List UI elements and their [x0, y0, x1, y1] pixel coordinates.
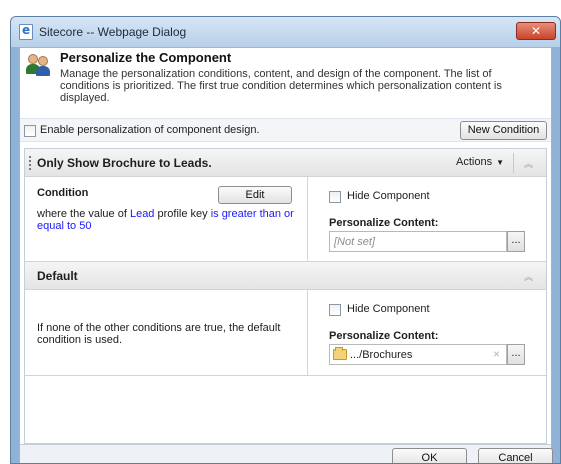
content-placeholder: [Not set] — [334, 236, 375, 248]
ok-button[interactable]: OK — [392, 448, 467, 463]
value-link[interactable]: 50 — [79, 220, 91, 232]
hide-component-label: Hide Component — [347, 303, 430, 315]
collapse-icon[interactable]: ︽ — [524, 270, 536, 282]
personalize-content-label: Personalize Content: — [329, 330, 439, 342]
condition-panel: Condition Edit where the value of Lead p… — [25, 177, 308, 261]
enable-personalization-label: Enable personalization of component desi… — [40, 124, 260, 136]
dialog-client: Personalize the Component Manage the per… — [19, 47, 553, 463]
edit-condition-button[interactable]: Edit — [218, 186, 292, 204]
hide-component-checkbox[interactable] — [329, 304, 341, 316]
profile-field-link[interactable]: Lead — [130, 208, 154, 220]
content-panel: Hide Component Personalize Content: .../… — [309, 290, 546, 375]
enable-personalization-checkbox[interactable] — [24, 125, 36, 137]
content-panel: Hide Component Personalize Content: [Not… — [309, 177, 546, 261]
rule-body: If none of the other conditions are true… — [25, 290, 546, 376]
dialog-header: Personalize the Component Manage the per… — [20, 48, 551, 118]
page-description: Manage the personalization conditions, c… — [60, 68, 502, 104]
users-icon — [26, 54, 52, 76]
condition-text: where the value of Lead profile key is g… — [37, 208, 299, 232]
browse-button[interactable]: ... — [507, 231, 525, 252]
actions-menu[interactable]: Actions ▼ — [456, 156, 504, 168]
hide-component-checkbox[interactable] — [329, 191, 341, 203]
rule-name: Only Show Brochure to Leads. — [37, 156, 212, 170]
dropdown-arrow-icon: ▼ — [496, 158, 504, 167]
cancel-button[interactable]: Cancel — [478, 448, 553, 463]
rule-name: Default — [37, 269, 78, 283]
content-value: .../Brochures — [350, 349, 413, 361]
personalize-content-label: Personalize Content: — [329, 217, 439, 229]
rules-list: Only Show Brochure to Leads. Actions ▼ ︽ … — [24, 148, 547, 444]
new-condition-button[interactable]: New Condition — [460, 121, 547, 140]
internet-explorer-icon — [19, 23, 33, 40]
rule-body: Condition Edit where the value of Lead p… — [25, 177, 546, 262]
drag-handle-icon[interactable] — [29, 156, 32, 170]
actions-label: Actions — [456, 156, 493, 168]
browse-button[interactable]: ... — [507, 344, 525, 365]
divider — [513, 153, 514, 173]
condition-title: Condition — [37, 187, 89, 199]
folder-icon — [333, 347, 347, 360]
hide-component-label: Hide Component — [347, 190, 430, 202]
condition-panel: If none of the other conditions are true… — [25, 290, 308, 375]
personalize-content-field[interactable]: .../Brochures × — [329, 344, 507, 365]
dialog-footer: OK Cancel — [20, 444, 553, 463]
page-title: Personalize the Component — [60, 50, 232, 65]
rule-header[interactable]: Default ︽ — [25, 262, 546, 290]
collapse-icon[interactable]: ︽ — [524, 157, 536, 169]
clear-icon[interactable]: × — [493, 347, 500, 361]
default-condition-text: If none of the other conditions are true… — [37, 322, 281, 346]
condition-middle: profile key — [154, 208, 211, 220]
personalize-content-field[interactable]: [Not set] — [329, 231, 507, 252]
dialog-toolbar: Enable personalization of component desi… — [20, 118, 551, 142]
title-bar: Sitecore -- Webpage Dialog ✕ — [11, 17, 560, 47]
rule-header[interactable]: Only Show Brochure to Leads. Actions ▼ ︽ — [25, 149, 546, 177]
close-button[interactable]: ✕ — [516, 22, 556, 40]
dialog-window: Sitecore -- Webpage Dialog ✕ Personalize… — [10, 16, 561, 464]
window-title: Sitecore -- Webpage Dialog — [39, 25, 187, 39]
condition-prefix: where the value of — [37, 208, 130, 220]
